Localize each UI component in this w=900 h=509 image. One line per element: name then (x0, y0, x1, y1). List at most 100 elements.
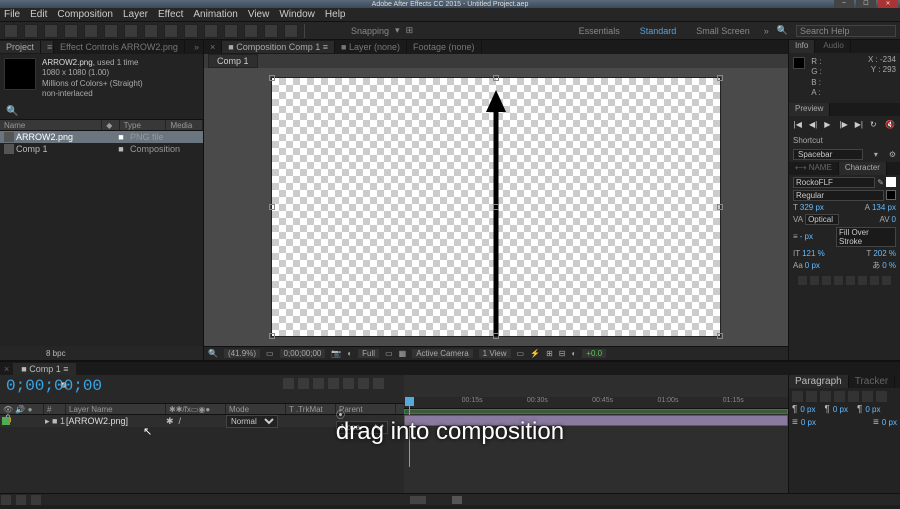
resolution-value[interactable]: Full (358, 349, 379, 358)
workspace-essentials[interactable]: Essentials (573, 25, 626, 37)
superscript-icon[interactable] (845, 275, 856, 286)
panel-chevron-icon[interactable]: » (190, 42, 203, 52)
tab-character[interactable]: Character (839, 162, 887, 175)
visibility-toggle-icon[interactable] (2, 417, 10, 425)
hscale-value[interactable]: 202 % (873, 249, 896, 258)
bbox-handle[interactable] (493, 75, 499, 81)
roto-tool-icon[interactable] (264, 24, 278, 38)
indent-left[interactable]: 0 px (800, 405, 815, 414)
flowchart-icon[interactable]: ⊟ (559, 349, 566, 358)
roi-icon[interactable]: ▭ (385, 349, 393, 358)
pixel-aspect-icon[interactable]: ▭ (517, 349, 525, 358)
view-value[interactable]: 1 View (479, 349, 511, 358)
tl-graph-icon[interactable] (358, 378, 369, 389)
smallcaps-icon[interactable] (833, 275, 844, 286)
ligature-icon[interactable] (869, 275, 880, 286)
work-area-bar[interactable] (404, 409, 788, 414)
tracking-value[interactable]: 0 (892, 215, 896, 224)
bbox-handle[interactable] (493, 333, 499, 339)
tab-project[interactable]: Project (0, 41, 41, 53)
hindi-icon[interactable] (881, 275, 892, 286)
bbox-handle[interactable] (717, 333, 723, 339)
close-button[interactable]: ✕ (878, 0, 898, 8)
bbox-handle[interactable] (717, 204, 723, 210)
interpret-icon[interactable] (4, 348, 14, 358)
fill-color-swatch[interactable] (886, 177, 896, 187)
resolution-icon[interactable]: ▭ (266, 349, 274, 358)
search-help-input[interactable]: Search Help (796, 25, 896, 37)
tl-col-mode[interactable]: Mode (226, 404, 286, 414)
tab-composition[interactable]: ■ Composition Comp 1 ≡ (222, 41, 335, 53)
project-search-icon[interactable]: 🔍 (6, 106, 18, 117)
tab-footage[interactable]: Footage (none) (407, 41, 482, 53)
menu-file[interactable]: File (4, 9, 20, 20)
faux-italic-icon[interactable] (809, 275, 820, 286)
trash-icon[interactable] (189, 348, 199, 358)
puppet-tool-icon[interactable] (284, 24, 298, 38)
tab-tracker[interactable]: Tracker (849, 375, 896, 388)
magnify-icon[interactable]: 🔍 (208, 349, 218, 358)
indent-first[interactable]: 0 px (833, 405, 848, 414)
hand-tool-icon[interactable] (44, 24, 58, 38)
toggle-modes-icon[interactable] (16, 495, 26, 505)
bbox-handle[interactable] (269, 75, 275, 81)
allcaps-icon[interactable] (821, 275, 832, 286)
faux-bold-icon[interactable] (797, 275, 808, 286)
tab-hidden[interactable]: ⟷ NAME (789, 162, 839, 175)
bpc-label[interactable]: 8 bpc (46, 349, 66, 358)
time-ruler[interactable]: 00:15s 00:30s 00:45s 01:00s 01:15s (404, 397, 788, 409)
stroke-color-swatch[interactable] (886, 190, 896, 200)
tl-shy-icon[interactable] (298, 378, 309, 389)
vscale-value[interactable]: 121 % (802, 249, 825, 258)
subscript-icon[interactable] (857, 275, 868, 286)
tl-frameblend-icon[interactable] (328, 378, 339, 389)
tl-col-trkmat[interactable]: T .TrkMat (286, 404, 336, 414)
selection-tool-icon[interactable] (24, 24, 38, 38)
tl-draft3d-icon[interactable] (313, 378, 324, 389)
workspace-standard[interactable]: Standard (634, 25, 683, 37)
channel-icon[interactable]: ◐ (347, 349, 352, 358)
loop-icon[interactable]: ↻ (870, 120, 880, 130)
bbox-handle[interactable] (269, 204, 275, 210)
camera-tool-icon[interactable] (104, 24, 118, 38)
brush-tool-icon[interactable] (204, 24, 218, 38)
zoom-slider-start-icon[interactable] (410, 496, 426, 504)
col-size[interactable]: Media D (166, 120, 203, 130)
comp-canvas[interactable] (271, 77, 721, 337)
menu-composition[interactable]: Composition (57, 9, 113, 20)
new-folder-icon[interactable] (18, 348, 28, 358)
kerning-value[interactable]: Optical (805, 214, 839, 225)
blend-mode-select[interactable]: Normal (226, 415, 278, 428)
exposure-value[interactable]: +0.0 (582, 349, 606, 358)
prev-frame-icon[interactable]: ◀| (809, 120, 819, 130)
workspace-more-icon[interactable]: » (764, 26, 769, 36)
menu-help[interactable]: Help (325, 9, 346, 20)
footer-timecode[interactable]: 0;00;00;00 (280, 349, 326, 358)
snapping-chevron-icon[interactable]: ▾ (395, 25, 400, 36)
space-before[interactable]: 0 px (801, 418, 816, 427)
leading-value[interactable]: 134 px (872, 203, 896, 212)
comp-subtab[interactable]: Comp 1 (208, 54, 258, 68)
play-icon[interactable]: ▶ (824, 120, 834, 130)
tab-comp-x-icon[interactable]: × (204, 41, 222, 53)
zoom-slider-handle[interactable] (452, 496, 462, 504)
stroke-width[interactable]: - px (800, 232, 813, 241)
tl-comp-mini-icon[interactable] (283, 378, 294, 389)
timeline-tab[interactable]: ■ Comp 1 ≡ (13, 363, 76, 375)
panbehind-tool-icon[interactable] (124, 24, 138, 38)
home-icon[interactable] (4, 24, 18, 38)
tsume-value[interactable]: 0 % (882, 261, 896, 270)
clone-tool-icon[interactable] (224, 24, 238, 38)
align-left-icon[interactable] (792, 391, 803, 402)
col-type[interactable]: Type (120, 120, 167, 130)
tab-paragraph[interactable]: Paragraph (789, 375, 849, 388)
snapping-label[interactable]: Snapping (351, 26, 389, 36)
eyedropper-icon[interactable]: ✎ (877, 178, 884, 187)
stroke-option[interactable]: Fill Over Stroke (836, 227, 896, 247)
comp-viewer[interactable] (204, 68, 788, 346)
fast-preview-icon[interactable]: ⚡ (530, 349, 540, 358)
tab-effect-controls[interactable]: Effect Controls ARROW2.png (54, 41, 185, 53)
snapping-opt-icon[interactable]: ⊞ (406, 25, 414, 36)
menu-view[interactable]: View (248, 9, 270, 20)
menu-layer[interactable]: Layer (123, 9, 148, 20)
